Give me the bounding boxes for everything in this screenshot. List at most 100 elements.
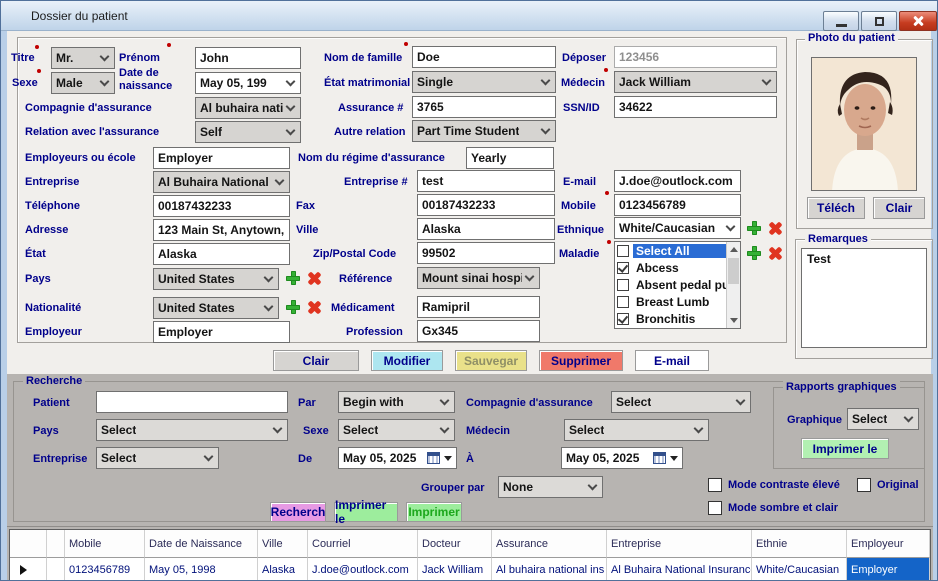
add-nationalite-icon[interactable]	[285, 299, 301, 315]
search-sexe-dropdown[interactable]: Select	[338, 419, 455, 441]
checkbox[interactable]	[617, 245, 629, 257]
column-header[interactable]: Entreprise	[607, 530, 752, 558]
table-cell[interactable]: Al buhaira national ins	[492, 558, 607, 581]
mobile-input[interactable]: 0123456789	[614, 194, 741, 216]
delete-pays-icon[interactable]	[306, 270, 322, 286]
ssn-input[interactable]: 34622	[614, 96, 777, 118]
regime-input[interactable]: Yearly	[466, 147, 554, 169]
checkbox[interactable]	[617, 296, 629, 308]
table-row[interactable]: 0123456789 May 05, 1998 Alaska J.doe@out…	[10, 558, 930, 581]
dropdown-arrow-icon[interactable]	[444, 456, 452, 461]
autre-relation-dropdown[interactable]: Part Time Student	[412, 120, 556, 142]
close-button[interactable]	[899, 11, 937, 31]
column-header[interactable]: Assurance	[492, 530, 607, 558]
table-cell[interactable]: J.doe@outlock.com	[308, 558, 418, 581]
delete-ethnique-icon[interactable]	[767, 220, 783, 236]
modify-button[interactable]: Modifier	[371, 350, 443, 371]
scroll-down-icon[interactable]	[730, 318, 738, 323]
search-par-dropdown[interactable]: Begin with	[338, 391, 455, 413]
original-checkbox[interactable]	[857, 478, 871, 492]
add-pays-icon[interactable]	[285, 270, 301, 286]
table-cell[interactable]: Al Buhaira National Insurance	[607, 558, 752, 581]
upload-photo-button[interactable]: Téléch	[807, 197, 865, 219]
delete-button[interactable]: Supprimer	[539, 350, 623, 371]
column-header[interactable]: Ethnie	[752, 530, 847, 558]
scrollbar-thumb[interactable]	[728, 258, 739, 284]
checkbox[interactable]	[617, 279, 629, 291]
sexe-dropdown[interactable]: Male	[51, 72, 115, 94]
table-cell[interactable]: Alaska	[258, 558, 308, 581]
maladie-listbox[interactable]: Select All Abcess Absent pedal pu Breast…	[614, 241, 741, 329]
date-to-picker[interactable]: May 05, 2025	[561, 447, 683, 469]
list-item[interactable]: Abcess	[615, 259, 727, 276]
adresse-input[interactable]: 123 Main St, Anytown,	[153, 219, 290, 241]
pays-dropdown[interactable]: United States	[153, 268, 279, 290]
list-item[interactable]: Bronchitis	[615, 310, 727, 327]
grouper-par-dropdown[interactable]: None	[498, 476, 603, 498]
column-header[interactable]: Mobile	[65, 530, 145, 558]
save-button[interactable]: Sauvegar	[455, 350, 527, 371]
titre-dropdown[interactable]: Mr.	[51, 47, 115, 69]
column-header[interactable]: Courriel	[308, 530, 418, 558]
search-entreprise-dropdown[interactable]: Select	[96, 447, 219, 469]
entreprise-dropdown[interactable]: Al Buhaira National	[153, 171, 290, 193]
telephone-input[interactable]: 00187432233	[153, 195, 290, 217]
entreprise-num-input[interactable]: test	[417, 170, 555, 192]
employeurs-ecole-input[interactable]: Employer	[153, 147, 290, 169]
nom-famille-input[interactable]: Doe	[412, 46, 556, 68]
print-list-button[interactable]: Imprimer le	[334, 502, 398, 522]
delete-nationalite-icon[interactable]	[306, 299, 322, 315]
relation-dropdown[interactable]: Self	[195, 121, 301, 143]
scrollbar[interactable]	[726, 242, 740, 328]
table-cell[interactable]: May 05, 1998	[145, 558, 258, 581]
clear-button[interactable]: Clair	[273, 350, 359, 371]
prenom-input[interactable]: John	[195, 47, 301, 69]
table-cell[interactable]: Jack William	[418, 558, 492, 581]
graphique-dropdown[interactable]: Select	[847, 408, 919, 430]
contrast-mode-checkbox[interactable]	[708, 478, 722, 492]
search-button[interactable]: Recherch	[270, 502, 326, 522]
table-cell[interactable]: White/Caucasian	[752, 558, 847, 581]
column-header[interactable]: Employeur	[847, 530, 930, 558]
list-item[interactable]: Breast Lumb	[615, 293, 727, 310]
search-patient-input[interactable]	[96, 391, 288, 413]
email-button[interactable]: E-mail	[635, 350, 709, 371]
print-graph-button[interactable]: Imprimer le	[801, 438, 889, 459]
table-cell[interactable]	[47, 558, 65, 581]
compagnie-dropdown[interactable]: Al buhaira nati	[195, 97, 301, 119]
date-naissance-dropdown[interactable]: May 05, 199	[195, 72, 301, 94]
column-header[interactable]	[10, 530, 47, 558]
medicament-input[interactable]: Ramipril	[417, 296, 540, 318]
add-maladie-icon[interactable]	[746, 245, 762, 261]
medecin-dropdown[interactable]: Jack William	[614, 71, 777, 93]
table-cell[interactable]: 0123456789	[65, 558, 145, 581]
scroll-up-icon[interactable]	[730, 247, 738, 252]
checkbox[interactable]	[617, 313, 629, 325]
column-header[interactable]	[47, 530, 65, 558]
etat-matrimonial-dropdown[interactable]: Single	[412, 71, 556, 93]
date-from-picker[interactable]: May 05, 2025	[338, 447, 457, 469]
dropdown-arrow-icon[interactable]	[670, 456, 678, 461]
dark-mode-checkbox[interactable]	[708, 501, 722, 515]
assurance-num-input[interactable]: 3765	[412, 96, 556, 118]
maximize-button[interactable]	[861, 11, 897, 31]
delete-maladie-icon[interactable]	[767, 245, 783, 261]
employeur-input[interactable]: Employer	[153, 321, 290, 343]
reference-dropdown[interactable]: Mount sinai hospital	[417, 267, 540, 289]
list-item[interactable]: Absent pedal pu	[615, 276, 727, 293]
etat-input[interactable]: Alaska	[153, 243, 290, 265]
nationalite-dropdown[interactable]: United States	[153, 297, 279, 319]
search-compagnie-dropdown[interactable]: Select	[611, 391, 751, 413]
column-header[interactable]: Date de Naissance	[145, 530, 258, 558]
search-pays-dropdown[interactable]: Select	[96, 419, 288, 441]
email-input[interactable]: J.doe@outlock.com	[614, 170, 741, 192]
list-item[interactable]: Select All	[615, 242, 727, 259]
column-header[interactable]: Ville	[258, 530, 308, 558]
print-button[interactable]: Imprimer	[406, 502, 462, 522]
fax-input[interactable]: 00187432233	[417, 194, 555, 216]
calendar-icon[interactable]	[653, 452, 666, 464]
clear-photo-button[interactable]: Clair	[873, 197, 925, 219]
zip-input[interactable]: 99502	[417, 242, 555, 264]
column-header[interactable]: Docteur	[418, 530, 492, 558]
ville-input[interactable]: Alaska	[417, 218, 555, 240]
